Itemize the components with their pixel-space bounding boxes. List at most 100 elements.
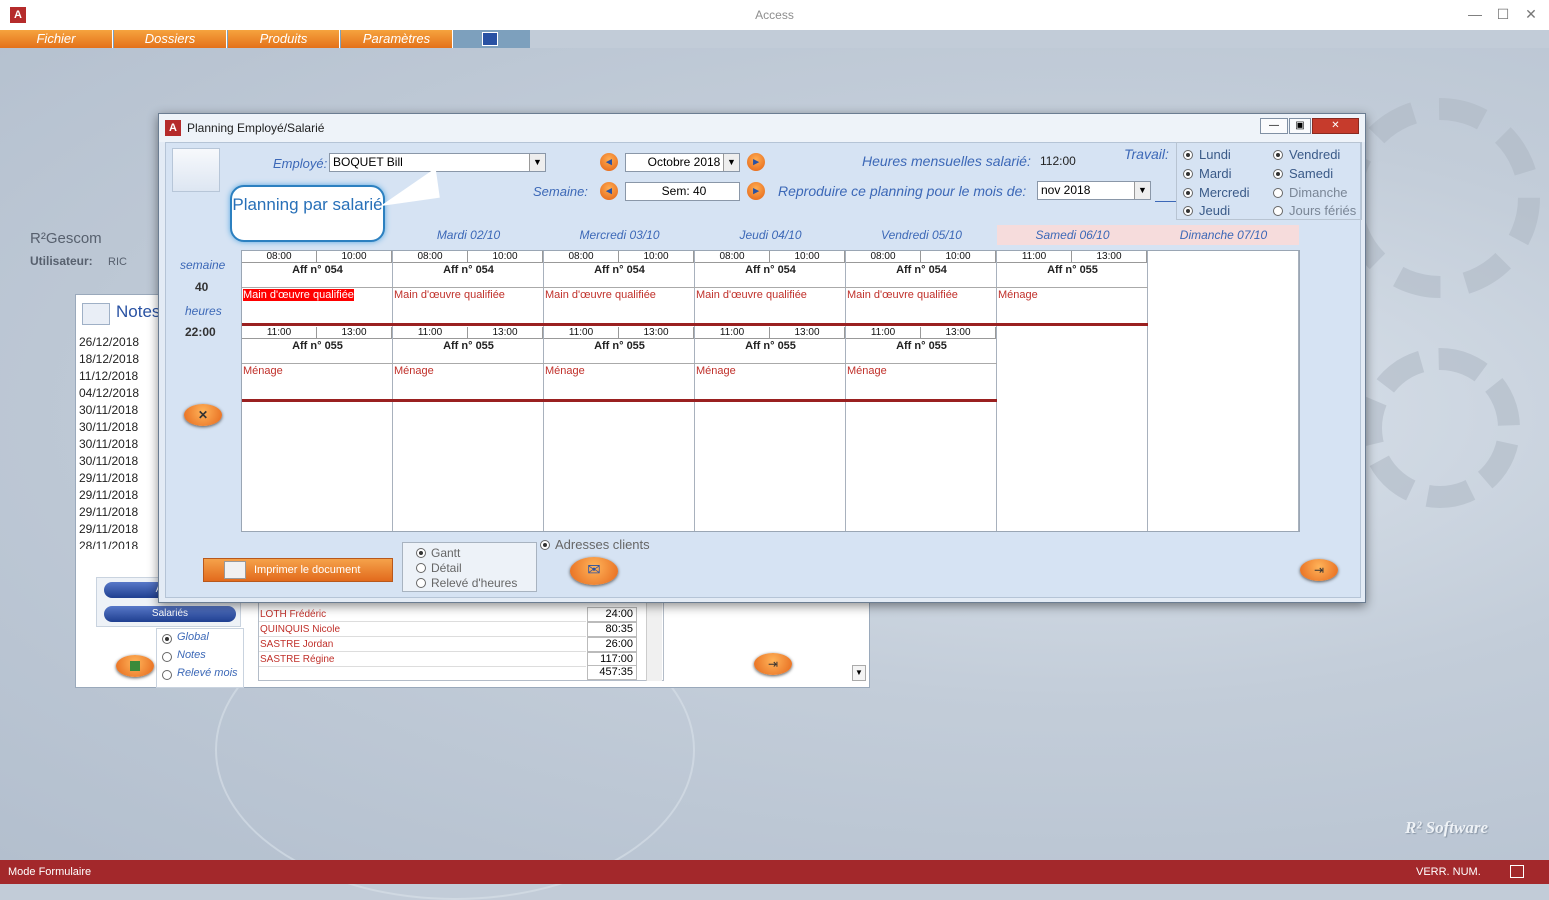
adresses-clients-radio[interactable] [540,540,550,550]
samedi-radio[interactable] [1273,169,1283,179]
slot-start-time: 11:00 [393,327,468,339]
list-item[interactable]: 28/11/2018 [79,539,138,549]
chevron-down-icon[interactable]: ▼ [723,154,739,171]
list-item[interactable]: 30/11/2018 [79,437,138,451]
close-button[interactable]: ✕ [1312,118,1359,134]
next-week-button[interactable]: ▸ [747,182,765,200]
slot-end-time: 10:00 [770,251,845,263]
scroll-down-button[interactable]: ▼ [852,665,866,681]
table-row[interactable]: SASTRE Régine [259,652,586,667]
title-bar: A Access — ☐ ✕ [0,0,1549,30]
day-column[interactable]: 08:00 10:00 Aff n° 054 Main d'œuvre qualifi… [544,251,695,531]
table-scrollbar[interactable] [646,601,662,681]
employe-label: Employé: [273,156,328,171]
table-row[interactable]: SASTRE Jordan [259,637,586,652]
detail-radio[interactable] [416,563,426,573]
gear-icon [1340,98,1540,298]
month-select[interactable]: Octobre 2018 ▼ [625,153,740,172]
list-item[interactable]: 29/11/2018 [79,471,138,485]
list-item[interactable]: 29/11/2018 [79,522,138,536]
planning-slot[interactable]: 11:00 13:00 Aff n° 055 Ménage [846,327,997,403]
employe-select[interactable]: BOQUET Bill ▼ [329,153,546,172]
reproduire-select[interactable]: nov 2018 ▼ [1037,181,1151,200]
planning-slot[interactable]: 11:00 13:00 Aff n° 055 Ménage [242,327,393,403]
jeudi-radio[interactable] [1183,206,1193,216]
exit-button[interactable]: ⇥ [754,653,792,675]
heures-value: 112:00 [1040,154,1076,168]
status-numlock: VERR. NUM. [1416,866,1481,878]
semaine-field[interactable]: Sem: 40 [625,182,740,201]
planning-slot[interactable]: 11:00 13:00 Aff n° 055 Ménage [544,327,695,403]
slot-separator [695,399,846,402]
slot-end-time: 13:00 [770,327,845,339]
maximize-button[interactable]: ☐ [1492,6,1514,23]
dimanche-radio[interactable] [1273,188,1283,198]
minimize-button[interactable]: — [1464,6,1486,22]
slot-affaire: Aff n° 054 [242,264,393,288]
planning-slot[interactable]: 08:00 10:00 Aff n° 054 Main d'œuvre qualifi… [846,251,997,327]
list-item[interactable]: 11/12/2018 [79,369,138,383]
menu-parametres[interactable]: Paramètres [341,30,453,48]
day-column[interactable] [1148,251,1299,531]
list-item[interactable]: 30/11/2018 [79,454,138,468]
menu-produits[interactable]: Produits [228,30,340,48]
restore-button[interactable]: ▣ [1289,118,1311,134]
minimize-button[interactable]: — [1260,118,1288,134]
planning-slot[interactable]: 08:00 10:00 Aff n° 054 Main d'œuvre qualifi… [544,251,695,327]
day-column[interactable]: 08:00 10:00 Aff n° 054 Main d'œuvre qualifi… [846,251,997,531]
day-column[interactable]: 08:00 10:00 Aff n° 054 Main d'œuvre qualifi… [242,251,393,531]
email-button[interactable]: ✉ [570,557,618,585]
vendredi-radio[interactable] [1273,150,1283,160]
gantt-radio[interactable] [416,548,426,558]
form-view-icon[interactable] [1510,865,1524,878]
lundi-radio[interactable] [1183,150,1193,160]
close-button[interactable]: ✕ [1520,6,1542,23]
day-column[interactable]: 08:00 10:00 Aff n° 054 Main d'œuvre qualifi… [695,251,846,531]
day-column[interactable]: 08:00 10:00 Aff n° 054 Main d'œuvre qualifi… [393,251,544,531]
window-title: Access [755,8,794,22]
chevron-down-icon[interactable]: ▼ [529,154,545,171]
salaries-button[interactable]: Salariés [104,606,236,622]
day-column[interactable]: 11:00 13:00 Aff n° 055 Ménage [997,251,1148,531]
planning-slot[interactable]: 08:00 10:00 Aff n° 054 Main d'œuvre qualifi… [393,251,544,327]
excel-button[interactable] [116,655,154,677]
exit-button[interactable]: ⇥ [1300,559,1338,581]
slot-separator [544,323,695,326]
mardi-radio[interactable] [1183,169,1193,179]
jours-feries-radio[interactable] [1273,206,1283,216]
list-item[interactable]: 18/12/2018 [79,352,139,366]
slot-end-time: 13:00 [468,327,543,339]
planning-title: Planning Employé/Salarié [187,121,325,135]
heures-side-label: heures [185,304,222,318]
planning-slot[interactable]: 11:00 13:00 Aff n° 055 Ménage [393,327,544,403]
list-item[interactable]: 04/12/2018 [79,386,139,400]
planning-slot[interactable]: 08:00 10:00 Aff n° 054 Main d'œuvre qualifi… [695,251,846,327]
list-item[interactable]: 29/11/2018 [79,505,138,519]
list-item[interactable]: 30/11/2018 [79,420,138,434]
notes-radio[interactable] [162,652,172,662]
menu-dossiers[interactable]: Dossiers [114,30,227,48]
releve-heures-radio[interactable] [416,578,426,588]
slot-task: Ménage [243,365,283,377]
list-item[interactable]: 30/11/2018 [79,403,138,417]
window-icon[interactable] [482,32,498,46]
slot-task: Main d'œuvre qualifiée [243,289,354,301]
menu-fichier[interactable]: Fichier [0,30,113,48]
table-row[interactable]: QUINQUIS Nicole [259,622,586,637]
list-item[interactable]: 26/12/2018 [79,335,139,349]
prev-week-button[interactable]: ◂ [600,182,618,200]
table-row[interactable]: LOTH Frédéric [259,607,586,622]
prev-month-button[interactable]: ◂ [600,153,618,171]
list-item[interactable]: 29/11/2018 [79,488,138,502]
chevron-down-icon[interactable]: ▼ [1134,182,1150,199]
planning-slot[interactable]: 11:00 13:00 Aff n° 055 Ménage [997,251,1148,327]
next-month-button[interactable]: ▸ [747,153,765,171]
planning-slot[interactable]: 11:00 13:00 Aff n° 055 Ménage [695,327,846,403]
global-radio[interactable] [162,634,172,644]
semaine-side-label: semaine [180,258,226,272]
delete-button[interactable]: ✕ [184,404,222,426]
planning-slot[interactable]: 08:00 10:00 Aff n° 054 Main d'œuvre qualifi… [242,251,393,327]
releve-mois-radio[interactable] [162,670,172,680]
print-button[interactable]: Imprimer le document [203,558,393,582]
mercredi-radio[interactable] [1183,188,1193,198]
